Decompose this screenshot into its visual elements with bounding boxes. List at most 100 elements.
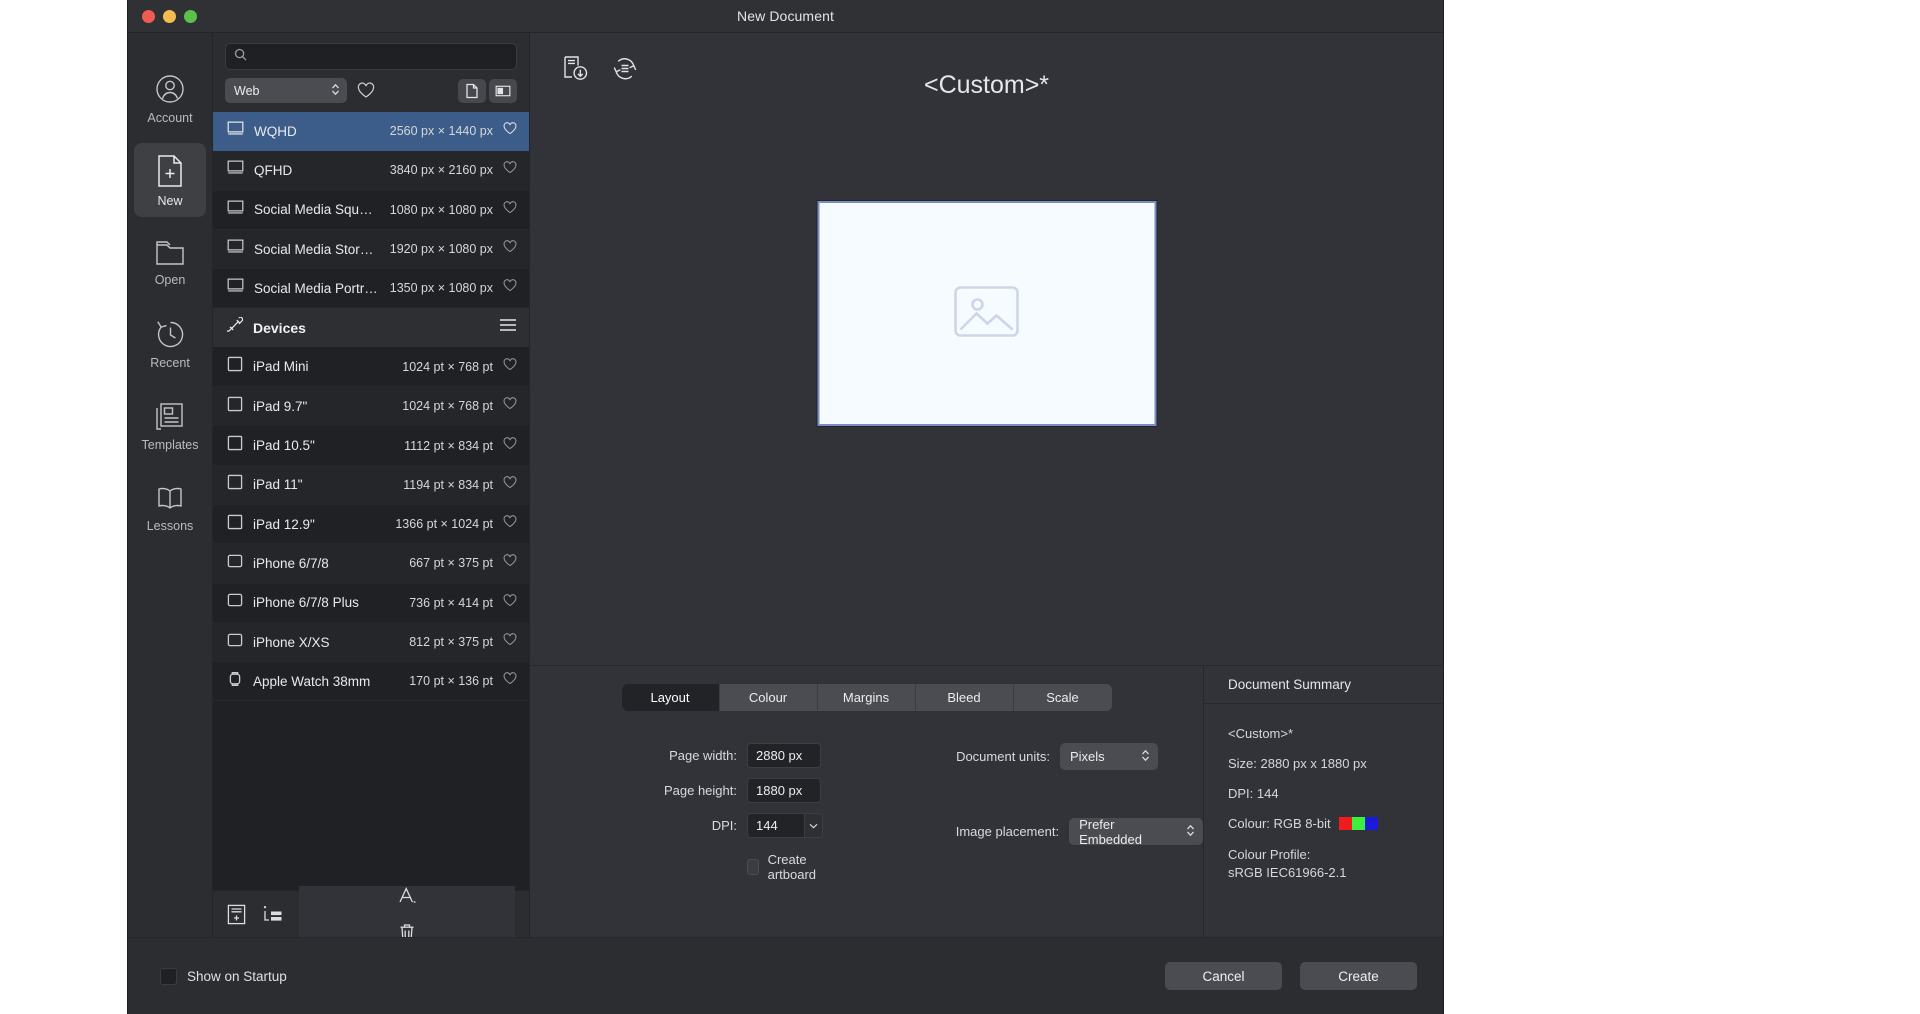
table-row[interactable]: Social Media Portrait P... 1350 px × 108… <box>213 269 529 309</box>
document-units-dropdown[interactable]: Pixels <box>1060 743 1158 770</box>
display-icon <box>227 278 244 298</box>
settings-pane: Layout Colour Margins Bleed Scale Page w… <box>530 665 1443 937</box>
search-input[interactable] <box>254 49 508 64</box>
display-icon <box>227 200 244 220</box>
summary-colour-profile: Colour Profile: sRGB IEC61966-2.1 <box>1228 846 1443 881</box>
heart-icon[interactable] <box>503 476 517 494</box>
view-toggle-group <box>458 78 517 103</box>
tab-colour[interactable]: Colour <box>719 684 818 711</box>
add-preset-icon[interactable] <box>227 904 246 925</box>
dpi-input[interactable]: 144 <box>747 813 805 838</box>
tablet-icon <box>227 514 243 535</box>
heart-icon[interactable] <box>503 122 517 140</box>
phone-icon <box>227 553 243 574</box>
tab-margins[interactable]: Margins <box>817 684 916 711</box>
page-height-input[interactable]: 1880 px <box>747 778 821 803</box>
sidebar-item-label: Open <box>154 272 186 287</box>
list-view-button[interactable] <box>489 78 517 103</box>
recent-clock-icon <box>154 318 187 351</box>
sidebar-item-lessons[interactable]: Lessons <box>134 471 206 545</box>
preset-name: iPad 10.5" <box>253 438 315 454</box>
heart-icon[interactable] <box>503 633 517 651</box>
heart-icon[interactable] <box>503 672 517 690</box>
dpi-combobox[interactable]: 144 <box>747 813 823 838</box>
sidebar-item-label: New <box>157 193 183 208</box>
heart-icon[interactable] <box>503 279 517 297</box>
window-title: New Document <box>737 8 834 24</box>
tabstrip: Layout Colour Margins Bleed Scale <box>621 684 1112 711</box>
heart-icon[interactable] <box>503 515 517 533</box>
preset-dimensions: 1366 pt × 1024 pt <box>395 517 493 532</box>
table-row[interactable]: iPhone X/XS 812 pt × 375 pt <box>213 622 529 663</box>
tablet-icon <box>227 474 243 495</box>
add-category-icon[interactable] <box>262 904 283 924</box>
table-row[interactable]: iPad 9.7" 1024 pt × 768 pt <box>213 387 529 427</box>
heart-icon[interactable] <box>503 358 517 376</box>
tab-scale[interactable]: Scale <box>1013 684 1112 711</box>
create-artboard-checkbox[interactable] <box>747 859 759 875</box>
heart-icon[interactable] <box>503 161 517 179</box>
sidebar-item-recent[interactable]: Recent <box>134 307 206 381</box>
open-folder-icon <box>153 238 187 268</box>
navigation-rail: Account New Open Recent Templates Lesson… <box>128 33 213 937</box>
swatch-green <box>1351 817 1365 830</box>
heart-icon[interactable] <box>503 436 517 455</box>
heart-icon[interactable] <box>503 593 517 612</box>
table-row[interactable]: iPad 12.9" 1366 pt × 1024 pt <box>213 505 529 545</box>
phone-icon <box>227 592 243 613</box>
preset-group-header-devices[interactable]: Devices <box>213 308 529 348</box>
table-row[interactable]: Apple Watch 38mm 170 pt × 136 pt <box>213 662 529 702</box>
image-placement-dropdown[interactable]: Prefer Embedded <box>1069 817 1203 847</box>
dialog-footer: Show on Startup Cancel Create <box>128 937 1443 1014</box>
tab-bleed[interactable]: Bleed <box>915 684 1014 711</box>
tab-layout[interactable]: Layout <box>621 684 720 711</box>
preset-list[interactable]: WQHD 2560 px × 1440 px QFHD 3840 px × 21… <box>213 112 529 890</box>
preset-name: iPad Mini <box>253 359 309 375</box>
preset-dimensions: 3840 px × 2160 px <box>389 163 493 178</box>
grid-view-button[interactable] <box>458 78 486 103</box>
table-row[interactable]: iPhone 6/7/8 Plus 736 pt × 414 pt <box>213 584 529 623</box>
sidebar-item-new[interactable]: New <box>134 143 206 217</box>
page-width-label: Page width: <box>669 748 737 763</box>
category-dropdown[interactable]: Web <box>225 78 347 103</box>
table-row[interactable]: QFHD 3840 px × 2160 px <box>213 151 529 191</box>
favourite-filter-icon[interactable] <box>357 82 375 99</box>
layout-form: Page width: 2880 px Page height: 1880 px… <box>530 711 1203 882</box>
create-artboard-row: Create artboard <box>625 852 830 882</box>
show-on-startup-checkbox[interactable] <box>160 967 177 985</box>
heart-icon[interactable] <box>503 240 517 258</box>
create-artboard-label: Create artboard <box>767 852 817 882</box>
sidebar-item-templates[interactable]: Templates <box>134 389 206 463</box>
footer-buttons: Cancel Create <box>1165 962 1417 990</box>
layout-form-right-column: Document units: Pixels Image placement: … <box>830 743 1203 882</box>
search-box[interactable] <box>225 43 517 70</box>
preset-dimensions: 170 pt × 136 pt <box>409 674 493 689</box>
preset-name: Social Media Story Post <box>254 241 380 257</box>
window-body: Account New Open Recent Templates Lesson… <box>128 33 1443 943</box>
hamburger-menu-icon[interactable] <box>499 318 517 337</box>
page-width-input[interactable]: 2880 px <box>747 743 821 768</box>
swatch-blue <box>1364 817 1378 830</box>
chevron-down-icon[interactable] <box>805 813 823 838</box>
table-row[interactable]: WQHD 2560 px × 1440 px <box>213 112 529 152</box>
heart-icon[interactable] <box>503 200 517 219</box>
preset-name: WQHD <box>254 123 297 139</box>
table-row[interactable]: Social Media Story Post 1920 px × 1080 p… <box>213 229 529 270</box>
rename-icon[interactable] <box>299 886 515 905</box>
cancel-button[interactable]: Cancel <box>1165 962 1282 990</box>
devices-icon <box>225 316 244 338</box>
sidebar-item-account[interactable]: Account <box>134 61 206 135</box>
create-button[interactable]: Create <box>1300 962 1417 990</box>
table-row[interactable]: iPad Mini 1024 pt × 768 pt <box>213 348 529 388</box>
table-row[interactable]: iPhone 6/7/8 667 pt × 375 pt <box>213 544 529 584</box>
table-row[interactable]: iPad 10.5" 1112 pt × 834 pt <box>213 426 529 466</box>
table-row[interactable]: iPad 11" 1194 pt × 834 pt <box>213 465 529 505</box>
table-row[interactable]: Social Media Square P... 1080 px × 1080 … <box>213 191 529 230</box>
heart-icon[interactable] <box>503 554 517 572</box>
heart-icon[interactable] <box>503 397 517 415</box>
summary-name: <Custom>* <box>1228 726 1294 741</box>
tab-label: Colour <box>748 690 788 705</box>
sidebar-item-open[interactable]: Open <box>134 225 206 299</box>
preset-name: iPad 11" <box>253 477 303 493</box>
preset-filter-row: Web <box>213 78 529 112</box>
